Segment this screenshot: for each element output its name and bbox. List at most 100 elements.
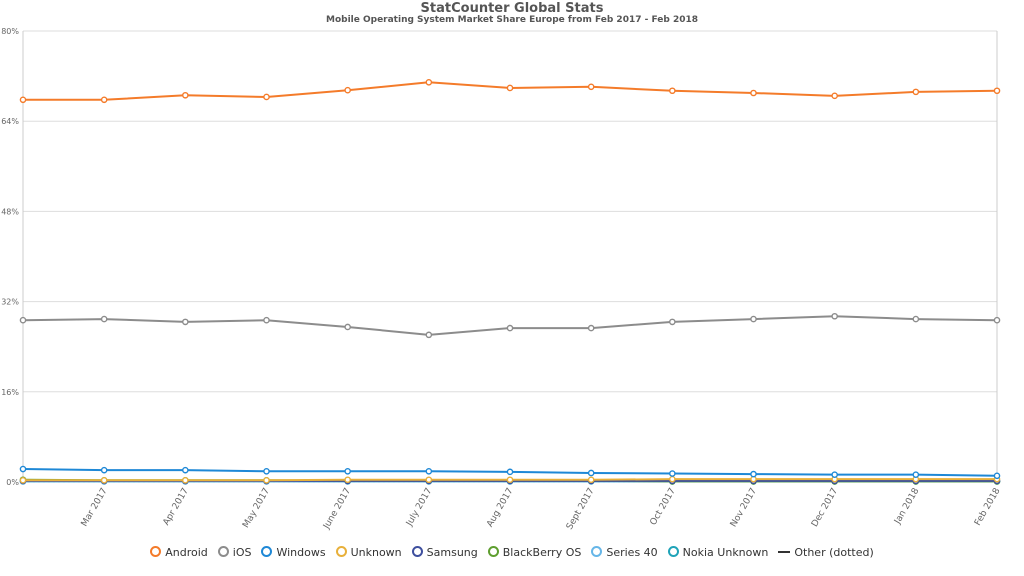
x-tick-label: Jan 2018 (892, 486, 921, 526)
data-point (263, 316, 270, 324)
x-tick-label: Feb 2018 (973, 486, 1003, 527)
data-point (19, 316, 27, 324)
data-point (425, 467, 433, 475)
line-chart: 0% 16% 32% 48% 64% 80% Mar 2017 Apr 2017 May 20… (1, 27, 1003, 532)
data-point (750, 89, 757, 97)
data-point (344, 86, 351, 94)
data-point (912, 315, 920, 323)
legend-item[interactable]: Other (dotted) (778, 546, 874, 559)
data-point (100, 466, 108, 474)
data-point (425, 331, 433, 339)
data-point (344, 476, 351, 484)
legend-label: Unknown (350, 546, 402, 559)
data-point (182, 466, 189, 474)
y-tick-label: 0% (6, 478, 19, 487)
series-android (19, 79, 1001, 104)
x-tick-label: Sept 2017 (565, 487, 597, 532)
data-point (506, 476, 514, 484)
legend: Android iOS Windows Unknown Samsung BlackBerr… (0, 546, 1024, 559)
legend-item[interactable]: Unknown (335, 546, 402, 559)
data-point (19, 96, 27, 104)
legend-item[interactable]: BlackBerry OS (487, 546, 582, 559)
legend-label: Android (165, 546, 208, 559)
legend-circle-icon (150, 546, 162, 557)
x-axis-ticks: Mar 2017 Apr 2017 May 2017 June 2017 July 20… (80, 486, 1003, 531)
y-tick-label: 16% (1, 388, 19, 397)
legend-label: Other (dotted) (794, 546, 874, 559)
data-point (831, 312, 838, 320)
data-point (912, 88, 920, 96)
x-tick-label: Mar 2017 (80, 487, 110, 529)
data-point (750, 315, 757, 323)
y-tick-label: 64% (1, 117, 19, 126)
data-point (587, 469, 595, 477)
legend-item[interactable]: Android (150, 546, 208, 559)
data-point (100, 315, 108, 323)
data-point (993, 472, 1001, 480)
data-point (750, 470, 757, 478)
data-point (344, 467, 351, 475)
legend-label: Samsung (426, 546, 478, 559)
data-point (669, 87, 676, 95)
legend-item[interactable]: Nokia Unknown (667, 546, 769, 559)
data-point (263, 467, 270, 475)
y-tick-label: 48% (1, 207, 19, 216)
legend-label: Series 40 (606, 546, 658, 559)
legend-circle-icon (487, 546, 499, 557)
legend-item[interactable]: iOS (217, 546, 252, 559)
data-point (19, 477, 27, 484)
legend-label: BlackBerry OS (502, 546, 582, 559)
x-tick-label: Apr 2017 (162, 487, 191, 528)
legend-item[interactable]: Windows (261, 546, 326, 559)
legend-circle-icon (217, 546, 229, 557)
x-tick-label: May 2017 (241, 487, 272, 530)
data-point (831, 92, 838, 100)
data-point (993, 87, 1001, 95)
legend-circle-icon (591, 546, 603, 557)
data-point (182, 477, 189, 484)
y-tick-label: 80% (1, 27, 19, 36)
data-point (425, 476, 433, 484)
x-tick-label: July 2017 (404, 487, 434, 529)
data-point (506, 468, 514, 476)
series-ios (19, 312, 1001, 339)
legend-label: iOS (232, 546, 252, 559)
data-point (425, 79, 433, 86)
data-point (182, 318, 189, 326)
data-point (263, 477, 270, 484)
data-point (100, 96, 108, 104)
data-point (669, 318, 676, 326)
data-point (912, 471, 920, 478)
x-tick-label: June 2017 (321, 487, 353, 532)
legend-circle-icon (667, 546, 679, 557)
x-tick-label: Dec 2017 (810, 487, 840, 529)
data-point (669, 475, 676, 483)
legend-circle-icon (261, 546, 273, 557)
data-point (831, 471, 838, 478)
legend-label: Windows (276, 546, 326, 559)
x-tick-label: Nov 2017 (729, 487, 759, 530)
data-point (263, 93, 270, 101)
y-axis-ticks: 0% 16% 32% 48% 64% 80% (1, 27, 19, 487)
data-point (669, 470, 676, 477)
data-point (587, 476, 595, 484)
data-point (182, 91, 189, 99)
legend-circle-icon (411, 546, 423, 557)
y-tick-label: 32% (1, 298, 19, 307)
gridlines (22, 30, 998, 483)
x-tick-label: Oct 2017 (649, 487, 678, 528)
legend-label: Nokia Unknown (682, 546, 769, 559)
data-point (587, 324, 595, 332)
legend-item[interactable]: Series 40 (591, 546, 658, 559)
legend-item[interactable]: Samsung (411, 546, 478, 559)
data-point (587, 83, 595, 91)
data-point (100, 477, 108, 484)
data-point (19, 465, 27, 473)
data-point (506, 84, 514, 92)
legend-dash-icon (778, 551, 791, 553)
data-point (506, 324, 514, 332)
series-lines (19, 79, 1001, 485)
x-tick-label: Aug 2017 (485, 487, 515, 530)
legend-circle-icon (335, 546, 347, 557)
data-point (344, 323, 351, 331)
